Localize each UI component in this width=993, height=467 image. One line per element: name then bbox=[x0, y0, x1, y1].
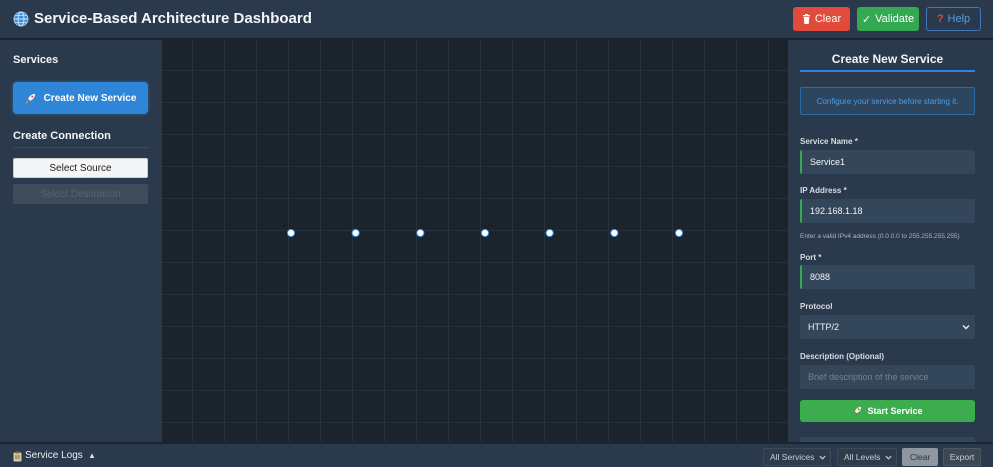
create-service-button[interactable]: Create New Service bbox=[13, 82, 148, 114]
protocol-value: HTTP/2 bbox=[808, 322, 840, 332]
port-label: Port * bbox=[800, 253, 822, 262]
ip-address-input[interactable]: 192.168.1.18 bbox=[800, 199, 975, 223]
create-service-panel: Create New Service Configure your servic… bbox=[788, 40, 993, 442]
validate-button-label: Validate bbox=[875, 13, 915, 25]
help-button-label: Help bbox=[947, 13, 971, 25]
services-section-title: Services bbox=[13, 54, 59, 66]
connection-point[interactable] bbox=[351, 228, 360, 238]
service-name-value: Service1 bbox=[810, 157, 846, 167]
rocket-icon bbox=[853, 406, 862, 416]
globe-icon bbox=[13, 11, 29, 27]
help-button[interactable]: ? Help bbox=[926, 7, 981, 31]
service-logs-bar: Service Logs ▲ All Services All Levels C… bbox=[0, 443, 993, 467]
description-placeholder: Brief description of the service bbox=[808, 372, 929, 382]
levels-filter-select[interactable]: All Levels bbox=[837, 448, 897, 466]
question-icon: ? bbox=[936, 13, 944, 25]
panel-next-element bbox=[800, 437, 975, 442]
clipboard-icon bbox=[13, 451, 22, 462]
service-name-input[interactable]: Service1 bbox=[800, 150, 975, 174]
description-input[interactable]: Brief description of the service bbox=[800, 365, 975, 389]
chevron-down-icon bbox=[885, 455, 892, 460]
services-filter-value: All Services bbox=[770, 452, 815, 462]
section-divider bbox=[13, 147, 148, 148]
select-source-button[interactable]: Select Source bbox=[13, 158, 148, 178]
connection-section-title: Create Connection bbox=[13, 130, 111, 142]
connection-layer bbox=[286, 228, 684, 238]
connection-point[interactable] bbox=[674, 228, 684, 238]
connection-point[interactable] bbox=[610, 228, 619, 238]
ip-address-label: IP Address * bbox=[800, 186, 847, 195]
connection-point[interactable] bbox=[416, 228, 425, 238]
ip-address-value: 192.168.1.18 bbox=[810, 206, 863, 216]
clear-button-label: Clear bbox=[814, 13, 842, 25]
protocol-select[interactable]: HTTP/2 bbox=[800, 315, 975, 339]
protocol-label: Protocol bbox=[800, 302, 833, 311]
connection-point[interactable] bbox=[286, 228, 296, 238]
port-value: 8088 bbox=[810, 272, 831, 282]
ip-address-hint: Enter a valid IPv4 address (0.0.0.0 to 2… bbox=[800, 233, 960, 240]
connection-point[interactable] bbox=[545, 228, 554, 238]
architecture-canvas[interactable] bbox=[162, 40, 788, 442]
sidebar: Services Create New Service Create Conne… bbox=[0, 40, 162, 442]
create-service-label: Create New Service bbox=[43, 92, 137, 104]
validate-button[interactable]: ✓ Validate bbox=[857, 7, 919, 31]
panel-title: Create New Service bbox=[831, 52, 944, 66]
logs-toggle-icon[interactable]: ▲ bbox=[88, 451, 96, 460]
description-label: Description (Optional) bbox=[800, 352, 884, 361]
start-service-label: Start Service bbox=[867, 406, 923, 416]
app-header: Service-Based Architecture Dashboard Cle… bbox=[0, 0, 993, 39]
levels-filter-value: All Levels bbox=[844, 452, 881, 462]
check-icon: ✓ bbox=[861, 13, 872, 26]
logs-clear-button[interactable]: Clear bbox=[902, 448, 938, 466]
service-logs-title[interactable]: Service Logs bbox=[25, 450, 83, 461]
chevron-down-icon bbox=[962, 325, 970, 330]
service-name-label: Service Name * bbox=[800, 137, 858, 146]
connection-point[interactable] bbox=[480, 228, 490, 238]
logs-export-button[interactable]: Export bbox=[943, 448, 981, 466]
select-destination-button[interactable]: Select Destination bbox=[13, 184, 148, 204]
start-service-button[interactable]: Start Service bbox=[800, 400, 975, 422]
clear-button[interactable]: Clear bbox=[793, 7, 850, 31]
services-filter-select[interactable]: All Services bbox=[763, 448, 831, 466]
chevron-down-icon bbox=[819, 455, 826, 460]
rocket-icon bbox=[25, 93, 35, 103]
trash-icon bbox=[802, 14, 810, 24]
panel-title-underline bbox=[800, 70, 975, 72]
app-title: Service-Based Architecture Dashboard bbox=[34, 10, 312, 27]
port-input[interactable]: 8088 bbox=[800, 265, 975, 289]
info-box: Configure your service before starting i… bbox=[800, 87, 975, 115]
